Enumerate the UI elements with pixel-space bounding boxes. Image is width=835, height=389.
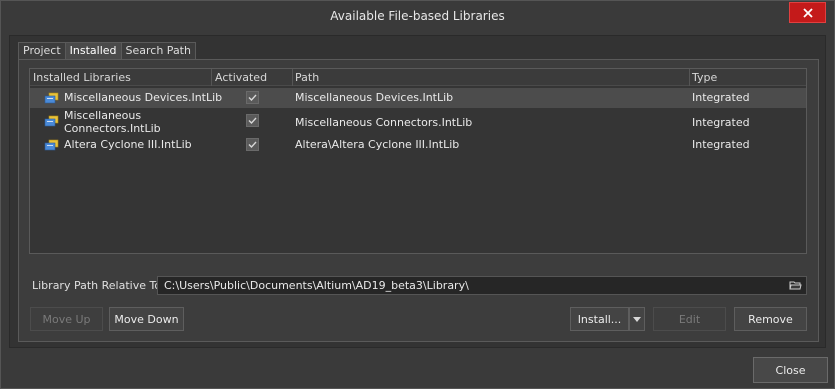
dialog-window: Available File-based Libraries Project I… (0, 0, 835, 389)
column-header-type[interactable]: Type (692, 71, 717, 84)
column-header-path[interactable]: Path (295, 71, 319, 84)
library-type: Integrated (692, 116, 750, 129)
activated-checkbox[interactable] (246, 138, 259, 151)
column-header-activated[interactable]: Activated (215, 71, 267, 84)
column-divider[interactable] (292, 69, 293, 86)
tab-bar: Project Installed Search Path (18, 42, 196, 60)
library-type: Integrated (692, 138, 750, 151)
install-dropdown-button[interactable] (629, 307, 645, 331)
remove-button[interactable]: Remove (734, 307, 807, 331)
close-window-button[interactable] (789, 2, 826, 23)
tab-search-path[interactable]: Search Path (120, 42, 196, 59)
checkmark-icon (248, 94, 257, 102)
integrated-library-icon (44, 139, 59, 151)
library-type: Integrated (692, 91, 750, 104)
library-path: Miscellaneous Connectors.IntLib (295, 116, 473, 129)
library-path: Altera\Altera Cyclone III.IntLib (295, 138, 460, 151)
tab-project[interactable]: Project (18, 42, 66, 59)
folder-open-icon[interactable] (789, 280, 802, 291)
column-divider[interactable] (689, 69, 690, 86)
library-path-label: Library Path Relative To: (32, 279, 165, 292)
integrated-library-icon (44, 115, 59, 127)
activated-checkbox[interactable] (246, 114, 259, 127)
library-name: Miscellaneous (64, 109, 142, 122)
edit-button[interactable]: Edit (653, 307, 726, 331)
tab-installed[interactable]: Installed (64, 42, 122, 60)
column-header-installed-libraries[interactable]: Installed Libraries (33, 71, 131, 84)
activated-checkbox[interactable] (246, 91, 259, 104)
table-row[interactable]: Miscellaneous Devices.IntLib Miscellaneo… (30, 88, 806, 108)
move-down-button[interactable]: Move Down (109, 307, 184, 331)
checkmark-icon (248, 141, 257, 149)
integrated-library-icon (44, 92, 59, 104)
library-name-line2: Connectors.IntLib (64, 122, 161, 135)
library-name: Altera Cyclone III.IntLib (64, 138, 192, 151)
library-path-value: C:\Users\Public\Documents\Altium\AD19_be… (164, 279, 469, 292)
table-row[interactable]: Altera Cyclone III.IntLib Altera\Altera … (30, 136, 806, 156)
close-icon (802, 7, 813, 18)
install-button[interactable]: Install... (570, 307, 629, 331)
chevron-down-icon (633, 316, 641, 322)
grid-header: Installed Libraries Activated Path Type (30, 69, 806, 86)
close-button[interactable]: Close (753, 357, 828, 383)
library-name: Miscellaneous Devices.IntLib (64, 91, 223, 104)
table-row[interactable]: Miscellaneous Connectors.IntLib Miscella… (30, 109, 806, 135)
library-path-field[interactable]: C:\Users\Public\Documents\Altium\AD19_be… (157, 276, 807, 295)
library-path: Miscellaneous Devices.IntLib (295, 91, 454, 104)
libraries-grid[interactable]: Installed Libraries Activated Path Type … (29, 68, 807, 254)
move-up-button[interactable]: Move Up (30, 307, 103, 331)
dialog-title: Available File-based Libraries (330, 9, 505, 23)
checkmark-icon (248, 117, 257, 125)
title-bar: Available File-based Libraries (1, 1, 834, 31)
column-divider[interactable] (211, 69, 212, 86)
